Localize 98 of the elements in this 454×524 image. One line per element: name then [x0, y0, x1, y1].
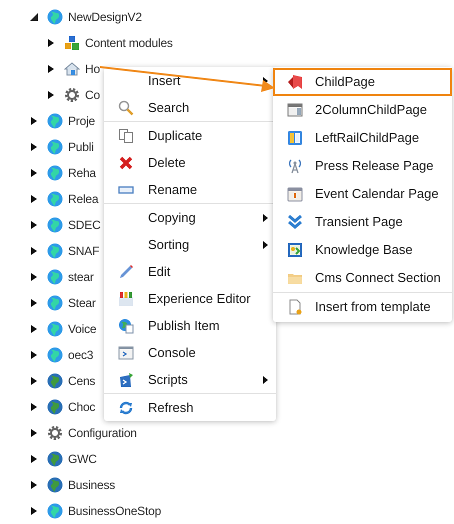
expand-arrow-icon[interactable]: [30, 481, 38, 489]
console-icon: [118, 344, 134, 360]
expand-arrow-icon[interactable]: [30, 273, 38, 281]
expand-arrow-icon[interactable]: [47, 91, 55, 99]
expand-arrow-icon[interactable]: [30, 377, 38, 385]
globe-icon: [47, 139, 63, 155]
menu-item[interactable]: Console: [104, 339, 276, 366]
tree-item[interactable]: oec3: [68, 346, 94, 364]
menu-item[interactable]: Cms Connect Section: [273, 264, 452, 292]
map-icon: [287, 242, 303, 258]
menu-item[interactable]: Scripts: [104, 366, 276, 393]
tree-item[interactable]: Configuration: [68, 424, 137, 442]
menu-item[interactable]: Press Release Page: [273, 152, 452, 180]
expand-arrow-icon[interactable]: [30, 143, 38, 151]
antenna-icon: [287, 158, 303, 174]
collapse-arrow-icon[interactable]: [30, 13, 38, 21]
tree-item[interactable]: Ho: [85, 60, 100, 78]
menu-item[interactable]: Copying: [104, 204, 276, 231]
tree-item[interactable]: NewDesignV2: [68, 8, 142, 26]
menu-item[interactable]: Delete: [104, 149, 276, 176]
tree-item[interactable]: Co: [85, 86, 100, 104]
menu-item[interactable]: Event Calendar Page: [273, 180, 452, 208]
globe-icon: [47, 295, 63, 311]
globe-icon: [47, 373, 63, 389]
globe-icon: [47, 9, 63, 25]
menu-item[interactable]: Transient Page: [273, 208, 452, 236]
tree-item[interactable]: SNAF: [68, 242, 100, 260]
expand-arrow-icon[interactable]: [30, 169, 38, 177]
tree-item[interactable]: GWC: [68, 450, 97, 468]
script-icon: [118, 372, 134, 388]
blocks-icon: [64, 35, 80, 51]
expand-arrow-icon[interactable]: [30, 351, 38, 359]
globe-icon: [47, 451, 63, 467]
gear-icon: [64, 87, 80, 103]
globe-icon: [47, 399, 63, 415]
tree-item[interactable]: Content modules: [85, 34, 173, 52]
tree-item[interactable]: Business: [68, 476, 116, 494]
search-icon: [118, 100, 134, 116]
expand-arrow-icon[interactable]: [30, 403, 38, 411]
tree-item[interactable]: stear: [68, 268, 94, 286]
gear-icon: [47, 425, 63, 441]
layout-icon: [287, 102, 303, 118]
tree-item[interactable]: Choc: [68, 398, 96, 416]
expand-arrow-icon[interactable]: [30, 507, 38, 515]
globe-icon: [47, 191, 63, 207]
document-icon: [287, 299, 303, 315]
menu-item[interactable]: ChildPage: [273, 68, 452, 96]
tree-item[interactable]: Relea: [68, 190, 98, 208]
menu-item[interactable]: Refresh: [104, 394, 276, 421]
menu-item[interactable]: Rename: [104, 176, 276, 203]
ribbon-icon: [287, 74, 303, 90]
expand-arrow-icon[interactable]: [47, 65, 55, 73]
expand-arrow-icon[interactable]: [47, 39, 55, 47]
globe-icon: [47, 503, 63, 519]
tree-item[interactable]: Reha: [68, 164, 96, 182]
globe-icon: [47, 113, 63, 129]
menu-item[interactable]: Publish Item: [104, 312, 276, 339]
menu-item[interactable]: Edit: [104, 258, 276, 285]
globe-icon: [47, 217, 63, 233]
tree-item[interactable]: Proje: [68, 112, 96, 130]
menu-item[interactable]: 2ColumnChildPage: [273, 96, 452, 124]
menu-item[interactable]: Insert from template: [273, 293, 452, 321]
globe-icon: [47, 477, 63, 493]
expand-arrow-icon[interactable]: [30, 247, 38, 255]
tree-item[interactable]: Stear: [68, 294, 96, 312]
house-icon: [64, 61, 80, 77]
globe-icon: [47, 243, 63, 259]
expand-arrow-icon[interactable]: [30, 221, 38, 229]
calendar-icon: [287, 186, 303, 202]
globe-document-icon: [118, 318, 134, 334]
cross-icon: [118, 154, 134, 170]
globe-icon: [47, 269, 63, 285]
tree-item[interactable]: SDEC: [68, 216, 101, 234]
menu-item[interactable]: LeftRailChildPage: [273, 124, 452, 152]
tree-item[interactable]: Voice: [68, 320, 96, 338]
refresh-icon: [118, 400, 134, 416]
chevrons-down-icon: [287, 214, 303, 230]
expand-arrow-icon[interactable]: [30, 299, 38, 307]
menu-item[interactable]: Duplicate: [104, 122, 276, 149]
tree-item[interactable]: Cens: [68, 372, 96, 390]
tree-item[interactable]: Publi: [68, 138, 94, 156]
menu-item[interactable]: Search: [104, 94, 276, 121]
menu-item[interactable]: Knowledge Base: [273, 236, 452, 264]
globe-icon: [47, 165, 63, 181]
pencil-icon: [118, 264, 134, 280]
copy-icon: [118, 128, 134, 144]
expand-arrow-icon[interactable]: [30, 455, 38, 463]
tree-item[interactable]: BusinessOneStop: [68, 502, 162, 520]
menu-item[interactable]: Sorting: [104, 231, 276, 258]
expand-arrow-icon[interactable]: [30, 429, 38, 437]
crayons-icon: [118, 290, 134, 306]
sidebar-layout-icon: [287, 130, 303, 146]
globe-icon: [47, 347, 63, 363]
menu-item[interactable]: Experience Editor: [104, 285, 276, 312]
globe-icon: [47, 321, 63, 337]
expand-arrow-icon[interactable]: [30, 325, 38, 333]
expand-arrow-icon[interactable]: [30, 195, 38, 203]
expand-arrow-icon[interactable]: [30, 117, 38, 125]
